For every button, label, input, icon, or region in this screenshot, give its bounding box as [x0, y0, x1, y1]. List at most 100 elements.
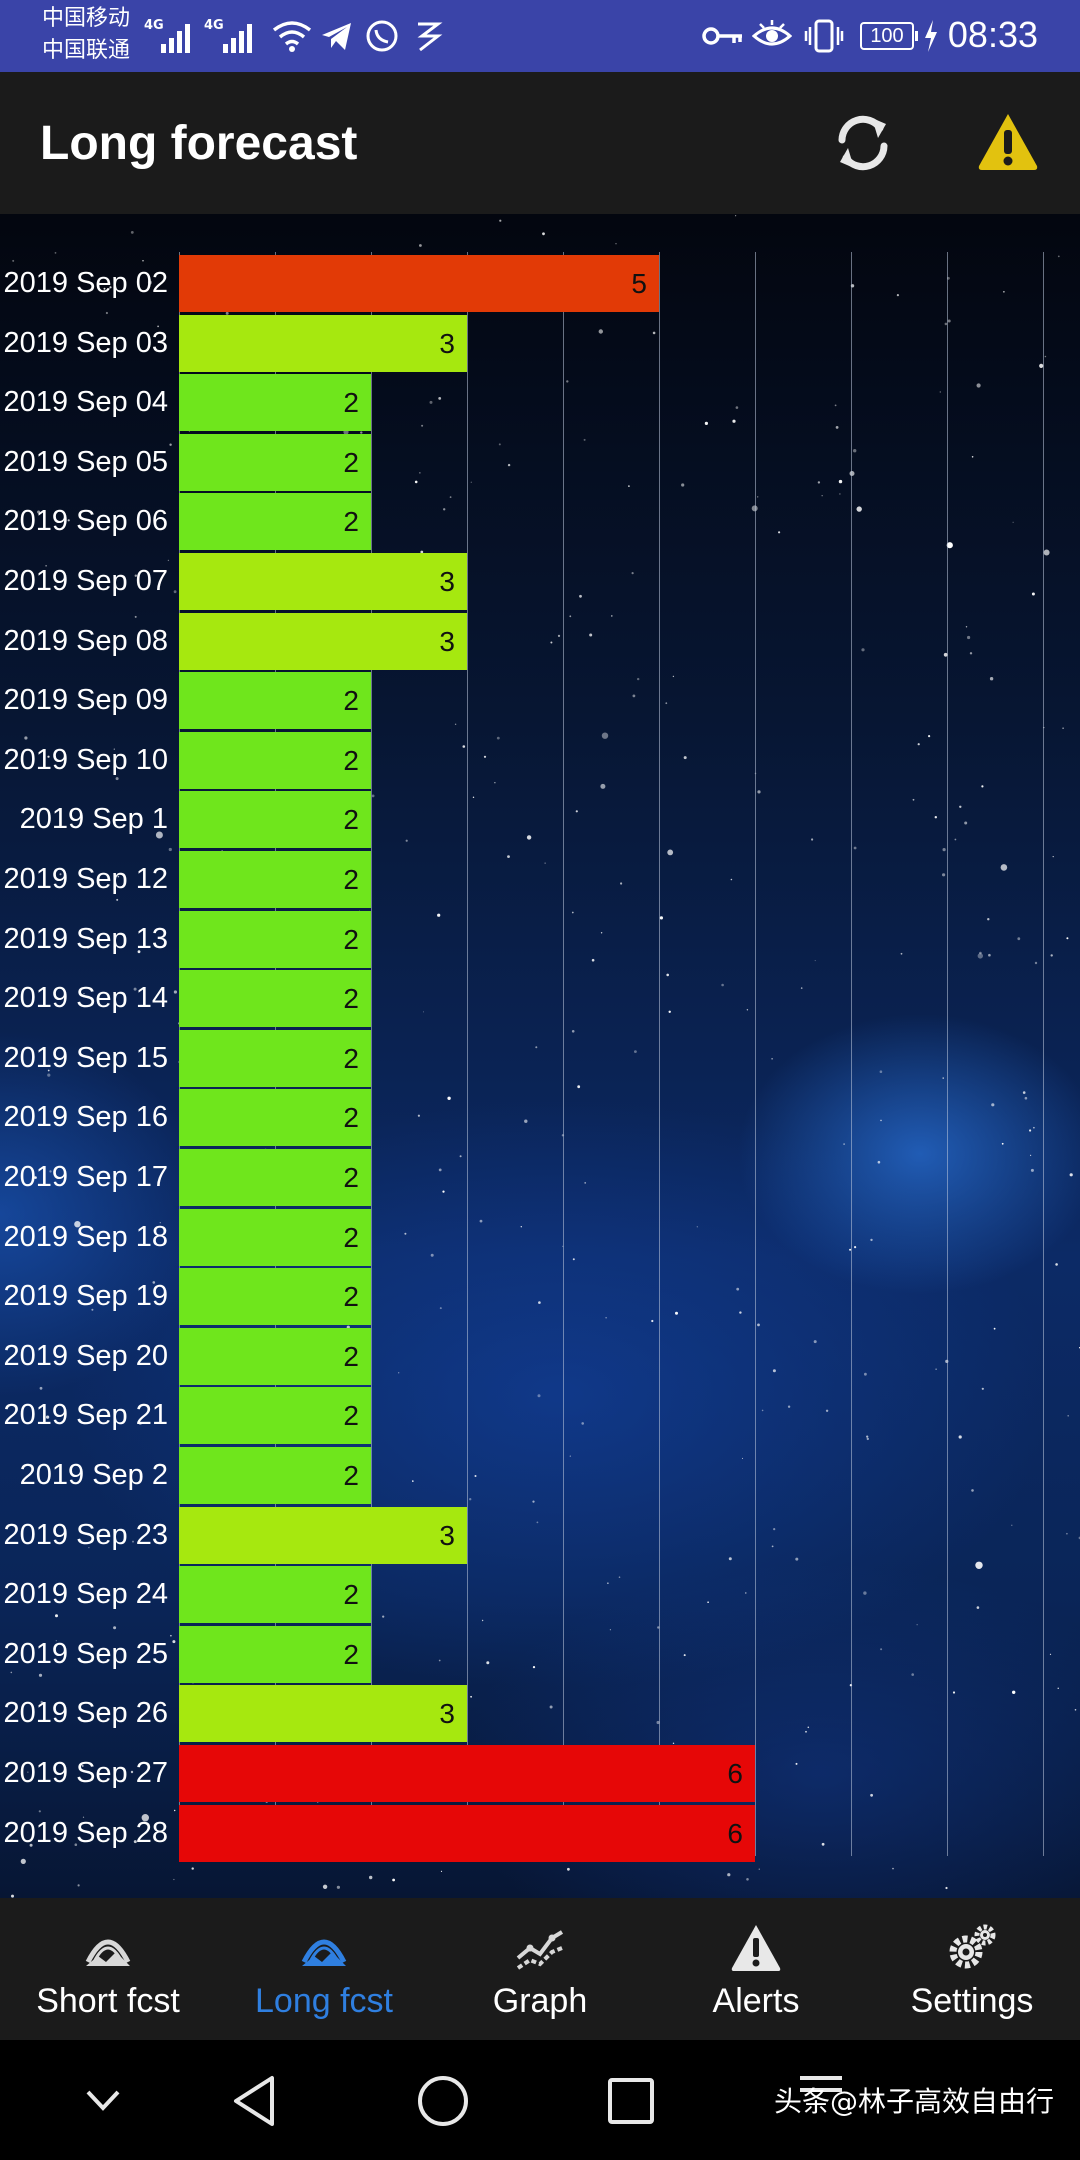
bar-value-label: 2 [343, 1102, 359, 1134]
date-label: 2019 Sep 04 [3, 386, 168, 419]
forecast-bar: 3 [179, 1685, 467, 1743]
recents-icon [608, 2078, 654, 2124]
network-type-2: 4G [204, 18, 224, 33]
forecast-bar: 2 [179, 1089, 371, 1147]
forecast-bar: 3 [179, 553, 467, 610]
forecast-row: 2019 Sep 14 2 [0, 969, 1080, 1029]
status-time: 08:33 [947, 14, 1038, 55]
forecast-row: 2019 Sep 12 2 [0, 850, 1080, 910]
forecast-row: 2019 Sep 19 2 [0, 1267, 1080, 1327]
forecast-bar: 2 [179, 1566, 371, 1624]
bar-value-label: 2 [343, 506, 359, 538]
bar-value-label: 2 [343, 804, 359, 836]
forecast-bar: 2 [179, 1447, 371, 1504]
forecast-row: 2019 Sep 24 2 [0, 1565, 1080, 1625]
collapse-button[interactable] [68, 2066, 138, 2136]
forecast-bar: 2 [179, 970, 371, 1028]
forecast-bar: 2 [179, 1387, 371, 1445]
bar-value-label: 3 [439, 566, 455, 597]
whatsapp-icon [366, 20, 398, 52]
date-label: 2019 Sep 16 [3, 1101, 168, 1134]
forecast-row: 2019 Sep 16 2 [0, 1088, 1080, 1148]
back-button[interactable] [222, 2066, 292, 2136]
battery-indicator: 100 [860, 22, 918, 50]
forecast-bar: 2 [179, 433, 371, 491]
date-label: 2019 Sep 19 [3, 1280, 168, 1313]
bar-value-label: 2 [343, 1579, 359, 1611]
forecast-row: 2019 Sep 13 2 [0, 910, 1080, 970]
forecast-row: 2019 Sep 18 2 [0, 1208, 1080, 1268]
forecast-bar: 6 [179, 1804, 755, 1862]
date-label: 2019 Sep 2 [19, 1459, 168, 1491]
page-title: Long forecast [40, 117, 358, 170]
bar-value-label: 6 [727, 1817, 743, 1849]
date-label: 2019 Sep 1 [19, 803, 168, 836]
forecast-row: 2019 Sep 17 2 [0, 1148, 1080, 1208]
bar-value-label: 2 [343, 1460, 359, 1491]
warning-button[interactable] [976, 110, 1040, 174]
date-label: 2019 Sep 15 [3, 1041, 168, 1074]
bar-value-label: 6 [727, 1758, 743, 1789]
home-icon [418, 2076, 468, 2126]
forecast-bar: 2 [179, 374, 371, 432]
forecast-bar: 2 [179, 672, 371, 730]
forecast-row: 2019 Sep 23 3 [0, 1506, 1080, 1566]
date-label: 2019 Sep 23 [3, 1518, 168, 1551]
vibrate-icon [804, 19, 844, 53]
bar-value-label: 2 [343, 1638, 359, 1670]
refresh-button[interactable] [830, 110, 896, 176]
nav-label: Settings [910, 1982, 1034, 2020]
recents-button[interactable] [596, 2066, 666, 2136]
forecast-row: 2019 Sep 2 2 [0, 1446, 1080, 1506]
nav-item-long-fcst[interactable]: Long fcst [216, 1898, 432, 2040]
nav-item-short-fcst[interactable]: Short fcst [0, 1898, 216, 2040]
forecast-row: 2019 Sep 04 2 [0, 373, 1080, 433]
bar-value-label: 2 [343, 1340, 359, 1372]
forecast-row: 2019 Sep 05 2 [0, 433, 1080, 493]
carrier-label-1: 中国移动 [42, 6, 131, 31]
watermark: 头条@林子高效自由行 [773, 2085, 1054, 2118]
forecast-row: 2019 Sep 07 3 [0, 552, 1080, 612]
forecast-row: 2019 Sep 1 2 [0, 790, 1080, 850]
back-icon [234, 2076, 274, 2126]
forecast-chart: 2019 Sep 02 5 2019 Sep 03 3 2019 Sep 04 2 2019… [0, 214, 1080, 1898]
date-label: 2019 Sep 02 [3, 267, 168, 299]
warning-icon [978, 114, 1038, 170]
date-label: 2019 Sep 27 [3, 1757, 168, 1789]
telegram-icon [322, 23, 351, 50]
bar-value-label: 2 [343, 1400, 359, 1432]
home-button[interactable] [408, 2066, 478, 2136]
date-label: 2019 Sep 09 [3, 684, 168, 717]
forecast-row: 2019 Sep 20 2 [0, 1327, 1080, 1387]
forecast-row: 2019 Sep 06 2 [0, 492, 1080, 552]
date-label: 2019 Sep 28 [3, 1816, 168, 1849]
forecast-bar: 2 [179, 851, 371, 908]
forecast-row: 2019 Sep 10 2 [0, 731, 1080, 791]
date-label: 2019 Sep 17 [3, 1161, 168, 1193]
bar-value-label: 2 [343, 446, 359, 478]
chart-bars: 2019 Sep 02 5 2019 Sep 03 3 2019 Sep 04 2 2019… [0, 214, 1080, 1898]
app-notification-icon [417, 22, 443, 52]
bar-value-label: 3 [439, 625, 455, 657]
nav-item-alerts[interactable]: Alerts [648, 1898, 864, 2040]
bar-value-label: 2 [343, 744, 359, 776]
forecast-row: 2019 Sep 28 6 [0, 1804, 1080, 1864]
forecast-bar: 2 [179, 1327, 371, 1385]
forecast-bar: 6 [179, 1745, 755, 1802]
eye-icon [752, 20, 792, 46]
bar-value-label: 2 [343, 1221, 359, 1253]
forecast-row: 2019 Sep 03 3 [0, 314, 1080, 374]
nav-item-settings[interactable]: Settings [864, 1898, 1080, 2040]
date-label: 2019 Sep 10 [3, 743, 168, 776]
key-icon [702, 27, 742, 45]
forecast-bar: 3 [179, 1506, 467, 1564]
bar-value-label: 2 [343, 1162, 359, 1193]
nav-label: Alerts [712, 1982, 800, 2020]
date-label: 2019 Sep 21 [3, 1399, 168, 1432]
screen: 中国移动 中国联通 4G 4G 100 08:33 Long forecast … [0, 0, 1080, 2160]
date-label: 2019 Sep 25 [3, 1637, 168, 1670]
forecast-bar: 3 [179, 314, 467, 372]
aurora-icon [85, 1939, 131, 1966]
nav-item-graph[interactable]: Graph [432, 1898, 648, 2040]
bar-value-label: 2 [343, 685, 359, 717]
